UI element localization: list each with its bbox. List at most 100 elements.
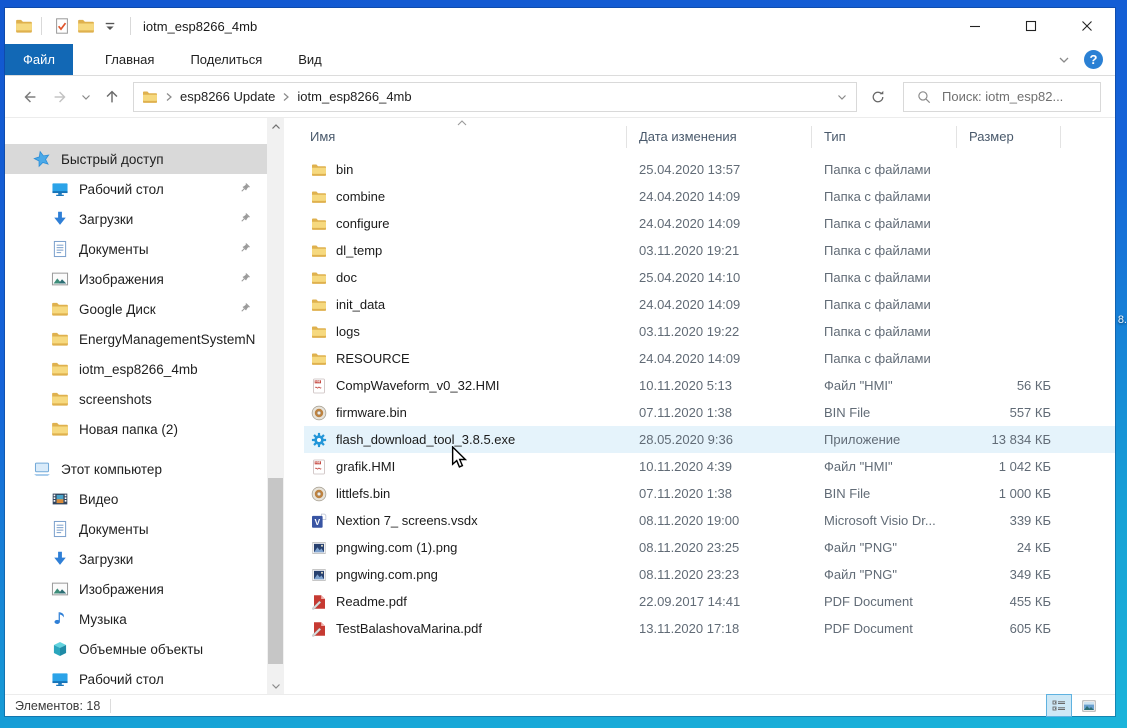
file-row[interactable]: configure24.04.2020 14:09Папка с файлами [304,210,1115,237]
sidebar-item[interactable]: Этот компьютер [5,454,267,484]
address-dropdown-button[interactable] [828,83,856,111]
file-name: init_data [336,297,385,312]
details-view-button[interactable] [1047,695,1071,716]
desktop-icon [51,180,69,198]
column-header-Имя[interactable]: Имя [284,126,627,148]
breadcrumb-chevron-icon[interactable] [162,90,176,104]
scroll-up-arrow-icon[interactable] [267,118,284,135]
file-date: 08.11.2020 19:00 [627,513,812,528]
column-header-Дата изменения[interactable]: Дата изменения [627,126,812,148]
breadcrumb-item[interactable]: esp8266 Update [180,89,275,104]
folder-icon [51,390,69,408]
file-date: 07.11.2020 1:38 [627,405,812,420]
sidebar-item[interactable]: Видео [5,484,267,514]
file-row[interactable]: flash_download_tool_3.8.5.exe28.05.2020 … [304,426,1115,453]
file-row[interactable]: HMIgrafik.HMI10.11.2020 4:39Файл "HMI"1 … [304,453,1115,480]
refresh-button[interactable] [861,82,895,112]
disc-icon [311,405,327,421]
file-row[interactable]: VNextion 7_ screens.vsdx08.11.2020 19:00… [304,507,1115,534]
tab-Вид[interactable]: Вид [280,44,340,75]
sidebar-item-label: Google Диск [79,302,156,317]
sidebar-item-label: Этот компьютер [61,462,162,477]
sidebar-item[interactable]: Быстрый доступ [5,144,267,174]
file-row[interactable]: pngwing.com.png08.11.2020 23:23Файл "PNG… [304,561,1115,588]
file-size: 339 КБ [957,513,1061,528]
tab-Поделиться[interactable]: Поделиться [172,44,280,75]
file-date: 08.11.2020 23:25 [627,540,812,555]
collapse-ribbon-chevron-icon[interactable] [1056,52,1072,68]
close-button[interactable] [1059,8,1115,44]
sidebar-item-label: Документы [79,242,149,257]
sidebar-item-label: iotm_esp8266_4mb [79,362,198,377]
file-row[interactable]: combine24.04.2020 14:09Папка с файлами [304,183,1115,210]
scrollbar-thumb[interactable] [268,478,283,664]
file-row[interactable]: RESOURCE24.04.2020 14:09Папка с файлами [304,345,1115,372]
sidebar-item[interactable]: Рабочий стол [5,174,267,204]
sidebar-item[interactable]: Google Диск [5,294,267,324]
toolbar-separator [130,17,131,35]
sidebar-item[interactable]: Музыка [5,604,267,634]
scroll-down-arrow-icon[interactable] [267,677,284,694]
file-row[interactable]: littlefs.bin07.11.2020 1:38BIN File1 000… [304,480,1115,507]
file-row[interactable]: pngwing.com (1).png08.11.2020 23:25Файл … [304,534,1115,561]
back-button[interactable] [15,82,45,112]
customize-quick-access-button[interactable] [98,14,122,38]
file-row[interactable]: TestBalashovaMarina.pdf13.11.2020 17:18P… [304,615,1115,642]
file-row[interactable]: init_data24.04.2020 14:09Папка с файлами [304,291,1115,318]
breadcrumb-chevron-icon[interactable] [279,90,293,104]
tab-Главная[interactable]: Главная [87,44,172,75]
breadcrumb-item[interactable]: iotm_esp8266_4mb [297,89,411,104]
breadcrumb[interactable]: esp8266 Update iotm_esp8266_4mb [133,82,857,112]
sidebar-item-label: Изображения [79,272,164,287]
file-row[interactable]: Readme.pdf22.09.2017 14:41PDF Document45… [304,588,1115,615]
downloads-icon [51,210,69,228]
sidebar-item[interactable]: Загрузки [5,204,267,234]
file-type: Файл "HMI" [812,459,957,474]
column-header-Тип[interactable]: Тип [812,126,957,148]
desktop-icon [51,670,69,688]
recent-locations-button[interactable] [75,82,97,112]
sidebar-item[interactable]: Рабочий стол [5,664,267,694]
file-row[interactable]: firmware.bin07.11.2020 1:38BIN File557 К… [304,399,1115,426]
file-row[interactable]: HMICompWaveform_v0_32.HMI10.11.2020 5:13… [304,372,1115,399]
file-type: BIN File [812,405,957,420]
column-header-Размер[interactable]: Размер [957,126,1061,148]
help-button[interactable]: ? [1084,50,1103,69]
up-button[interactable] [97,82,127,112]
file-date: 03.11.2020 19:21 [627,243,812,258]
items-count: Элементов: 18 [15,699,100,713]
file-date: 03.11.2020 19:22 [627,324,812,339]
file-date: 10.11.2020 5:13 [627,378,812,393]
search-input[interactable] [942,89,1100,104]
sidebar-scrollbar[interactable] [267,118,284,694]
sidebar-item[interactable]: Изображения [5,574,267,604]
file-size: 557 КБ [957,405,1061,420]
tab-Файл[interactable]: Файл [5,44,73,75]
file-date: 13.11.2020 17:18 [627,621,812,636]
sidebar-item[interactable]: Документы [5,234,267,264]
sidebar-item[interactable]: Новая папка (2) [5,414,267,444]
file-row[interactable]: dl_temp03.11.2020 19:21Папка с файлами [304,237,1115,264]
svg-text:HMI: HMI [315,379,320,383]
sidebar-item[interactable]: iotm_esp8266_4mb [5,354,267,384]
sidebar-item[interactable]: Документы [5,514,267,544]
folder-icon [311,189,327,205]
file-row[interactable]: logs03.11.2020 19:22Папка с файлами [304,318,1115,345]
sidebar-item-label: Рабочий стол [79,182,164,197]
file-name: flash_download_tool_3.8.5.exe [336,432,515,447]
file-row[interactable]: doc25.04.2020 14:10Папка с файлами [304,264,1115,291]
maximize-button[interactable] [1003,8,1059,44]
sidebar-item[interactable]: Объемные объекты [5,634,267,664]
view-mode-buttons [1047,695,1101,716]
sidebar-item[interactable]: screenshots [5,384,267,414]
sidebar-item[interactable]: Изображения [5,264,267,294]
sidebar-item[interactable]: EnergyManagementSystemN [5,324,267,354]
minimize-button[interactable] [947,8,1003,44]
file-row[interactable]: bin25.04.2020 13:57Папка с файлами [304,156,1115,183]
forward-button[interactable] [45,82,75,112]
properties-button[interactable] [50,14,74,38]
file-type: Папка с файлами [812,216,957,231]
sidebar-item[interactable]: Загрузки [5,544,267,574]
new-folder-button[interactable] [74,14,98,38]
large-icons-view-button[interactable] [1077,695,1101,716]
